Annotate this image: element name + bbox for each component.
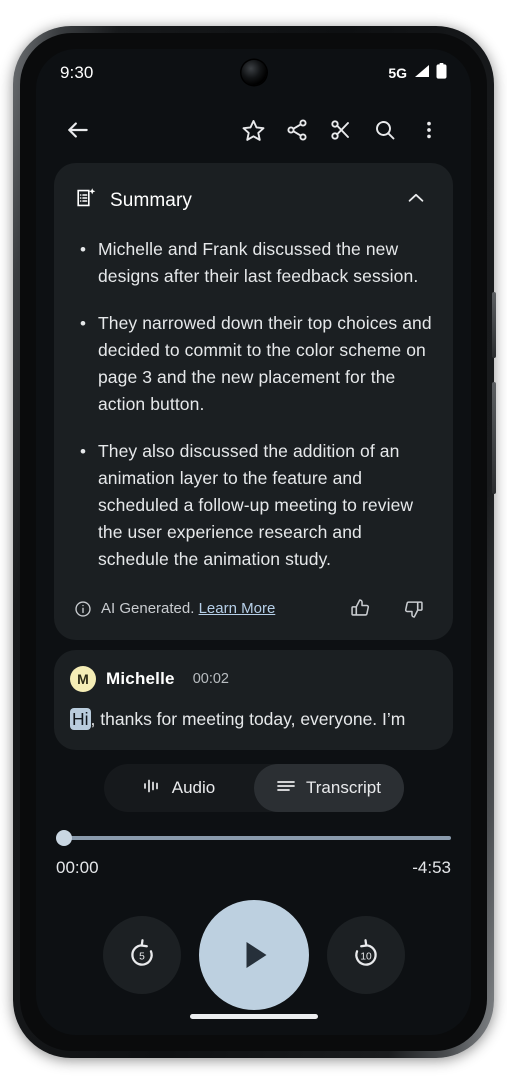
- power-button[interactable]: [492, 292, 496, 358]
- tab-audio[interactable]: Audio: [104, 764, 254, 812]
- phone-bezel: 9:30 5G Summary • Michelle and Frank dis…: [20, 33, 487, 1051]
- bullet-dot: •: [80, 314, 86, 333]
- tab-audio-label: Audio: [171, 778, 216, 797]
- summary-bullet-list: • Michelle and Frank discussed the new d…: [72, 236, 435, 573]
- highlighted-word: Hi: [70, 708, 91, 730]
- transcript-speaker-row: M Michelle 00:02: [70, 666, 437, 692]
- feedback-actions: [349, 597, 433, 620]
- time-row: 00:00 -4:53: [56, 858, 451, 878]
- progress-track: [62, 836, 451, 840]
- waveform-icon: [142, 777, 162, 800]
- progress-thumb[interactable]: [56, 830, 72, 846]
- volume-button[interactable]: [492, 382, 496, 494]
- svg-text:10: 10: [360, 951, 372, 962]
- progress-slider[interactable]: [56, 830, 451, 846]
- replay-5-icon[interactable]: 5: [102, 916, 181, 994]
- summary-bullet-text: They narrowed down their top choices and…: [97, 313, 432, 414]
- summary-header: Summary: [70, 181, 437, 220]
- thumb-up-icon[interactable]: [349, 597, 372, 620]
- avatar: M: [70, 666, 96, 692]
- svg-text:5: 5: [139, 951, 145, 962]
- star-outline-icon[interactable]: [231, 108, 275, 152]
- app-toolbar: [36, 97, 471, 163]
- play-button[interactable]: [198, 900, 309, 1010]
- speaker-name: Michelle: [106, 669, 175, 688]
- status-time: 9:30: [60, 63, 94, 82]
- learn-more-link[interactable]: Learn More: [199, 600, 276, 617]
- elapsed-time: 00:00: [56, 858, 99, 877]
- back-arrow-icon[interactable]: [56, 108, 100, 152]
- more-vertical-icon[interactable]: [407, 108, 451, 152]
- bullet-dot: •: [80, 442, 86, 461]
- list-lines-icon: [276, 778, 296, 799]
- summary-bullet-text: They also discussed the addition of an a…: [97, 441, 414, 569]
- ai-generated-text: AI Generated.: [101, 600, 195, 617]
- home-indicator[interactable]: [189, 1014, 318, 1019]
- scissors-icon[interactable]: [319, 108, 363, 152]
- list-item: • They narrowed down their top choices a…: [72, 310, 435, 418]
- summary-sparkle-icon: [74, 186, 98, 215]
- search-icon[interactable]: [363, 108, 407, 152]
- share-icon[interactable]: [275, 108, 319, 152]
- ai-disclaimer-row: AI Generated. Learn More: [70, 593, 437, 630]
- list-item: • They also discussed the addition of an…: [72, 438, 435, 573]
- summary-bullet-text: Michelle and Frank discussed the new des…: [97, 239, 419, 286]
- mode-segmented-control: Audio Transcript: [103, 764, 404, 812]
- chevron-up-icon[interactable]: [399, 181, 433, 220]
- list-item: • Michelle and Frank discussed the new d…: [72, 236, 435, 290]
- thumb-down-icon[interactable]: [402, 597, 425, 620]
- transcript-card[interactable]: M Michelle 00:02 Hi, thanks for meeting …: [54, 650, 453, 750]
- speaker-timestamp: 00:02: [192, 671, 229, 687]
- status-indicators: 5G: [388, 62, 447, 84]
- media-player: 00:00 -4:53 5 10: [36, 812, 471, 1010]
- transcript-text: Hi, thanks for meeting today, everyone. …: [70, 706, 437, 732]
- remaining-time: -4:53: [412, 858, 451, 877]
- tab-transcript[interactable]: Transcript: [253, 764, 404, 812]
- bullet-dot: •: [80, 240, 86, 259]
- phone-screen: 9:30 5G Summary • Michelle and Frank dis…: [36, 49, 471, 1035]
- playback-controls: 5 10: [56, 900, 451, 1010]
- content-area: Summary • Michelle and Frank discussed t…: [36, 163, 471, 750]
- summary-title: Summary: [110, 189, 192, 211]
- phone-frame: 9:30 5G Summary • Michelle and Frank dis…: [13, 26, 496, 1058]
- summary-card: Summary • Michelle and Frank discussed t…: [54, 163, 453, 640]
- ai-generated-label: AI Generated. Learn More: [101, 600, 275, 617]
- signal-bars-icon: [413, 64, 430, 83]
- info-circle-icon: [74, 600, 92, 618]
- transcript-rest-text: , thanks for meeting today, everyone. I’…: [90, 709, 406, 729]
- front-camera: [241, 60, 266, 85]
- play-icon: [246, 942, 266, 968]
- tab-transcript-label: Transcript: [306, 778, 381, 797]
- battery-full-icon: [436, 62, 447, 84]
- forward-10-icon[interactable]: 10: [326, 916, 405, 994]
- network-type-label: 5G: [388, 65, 407, 81]
